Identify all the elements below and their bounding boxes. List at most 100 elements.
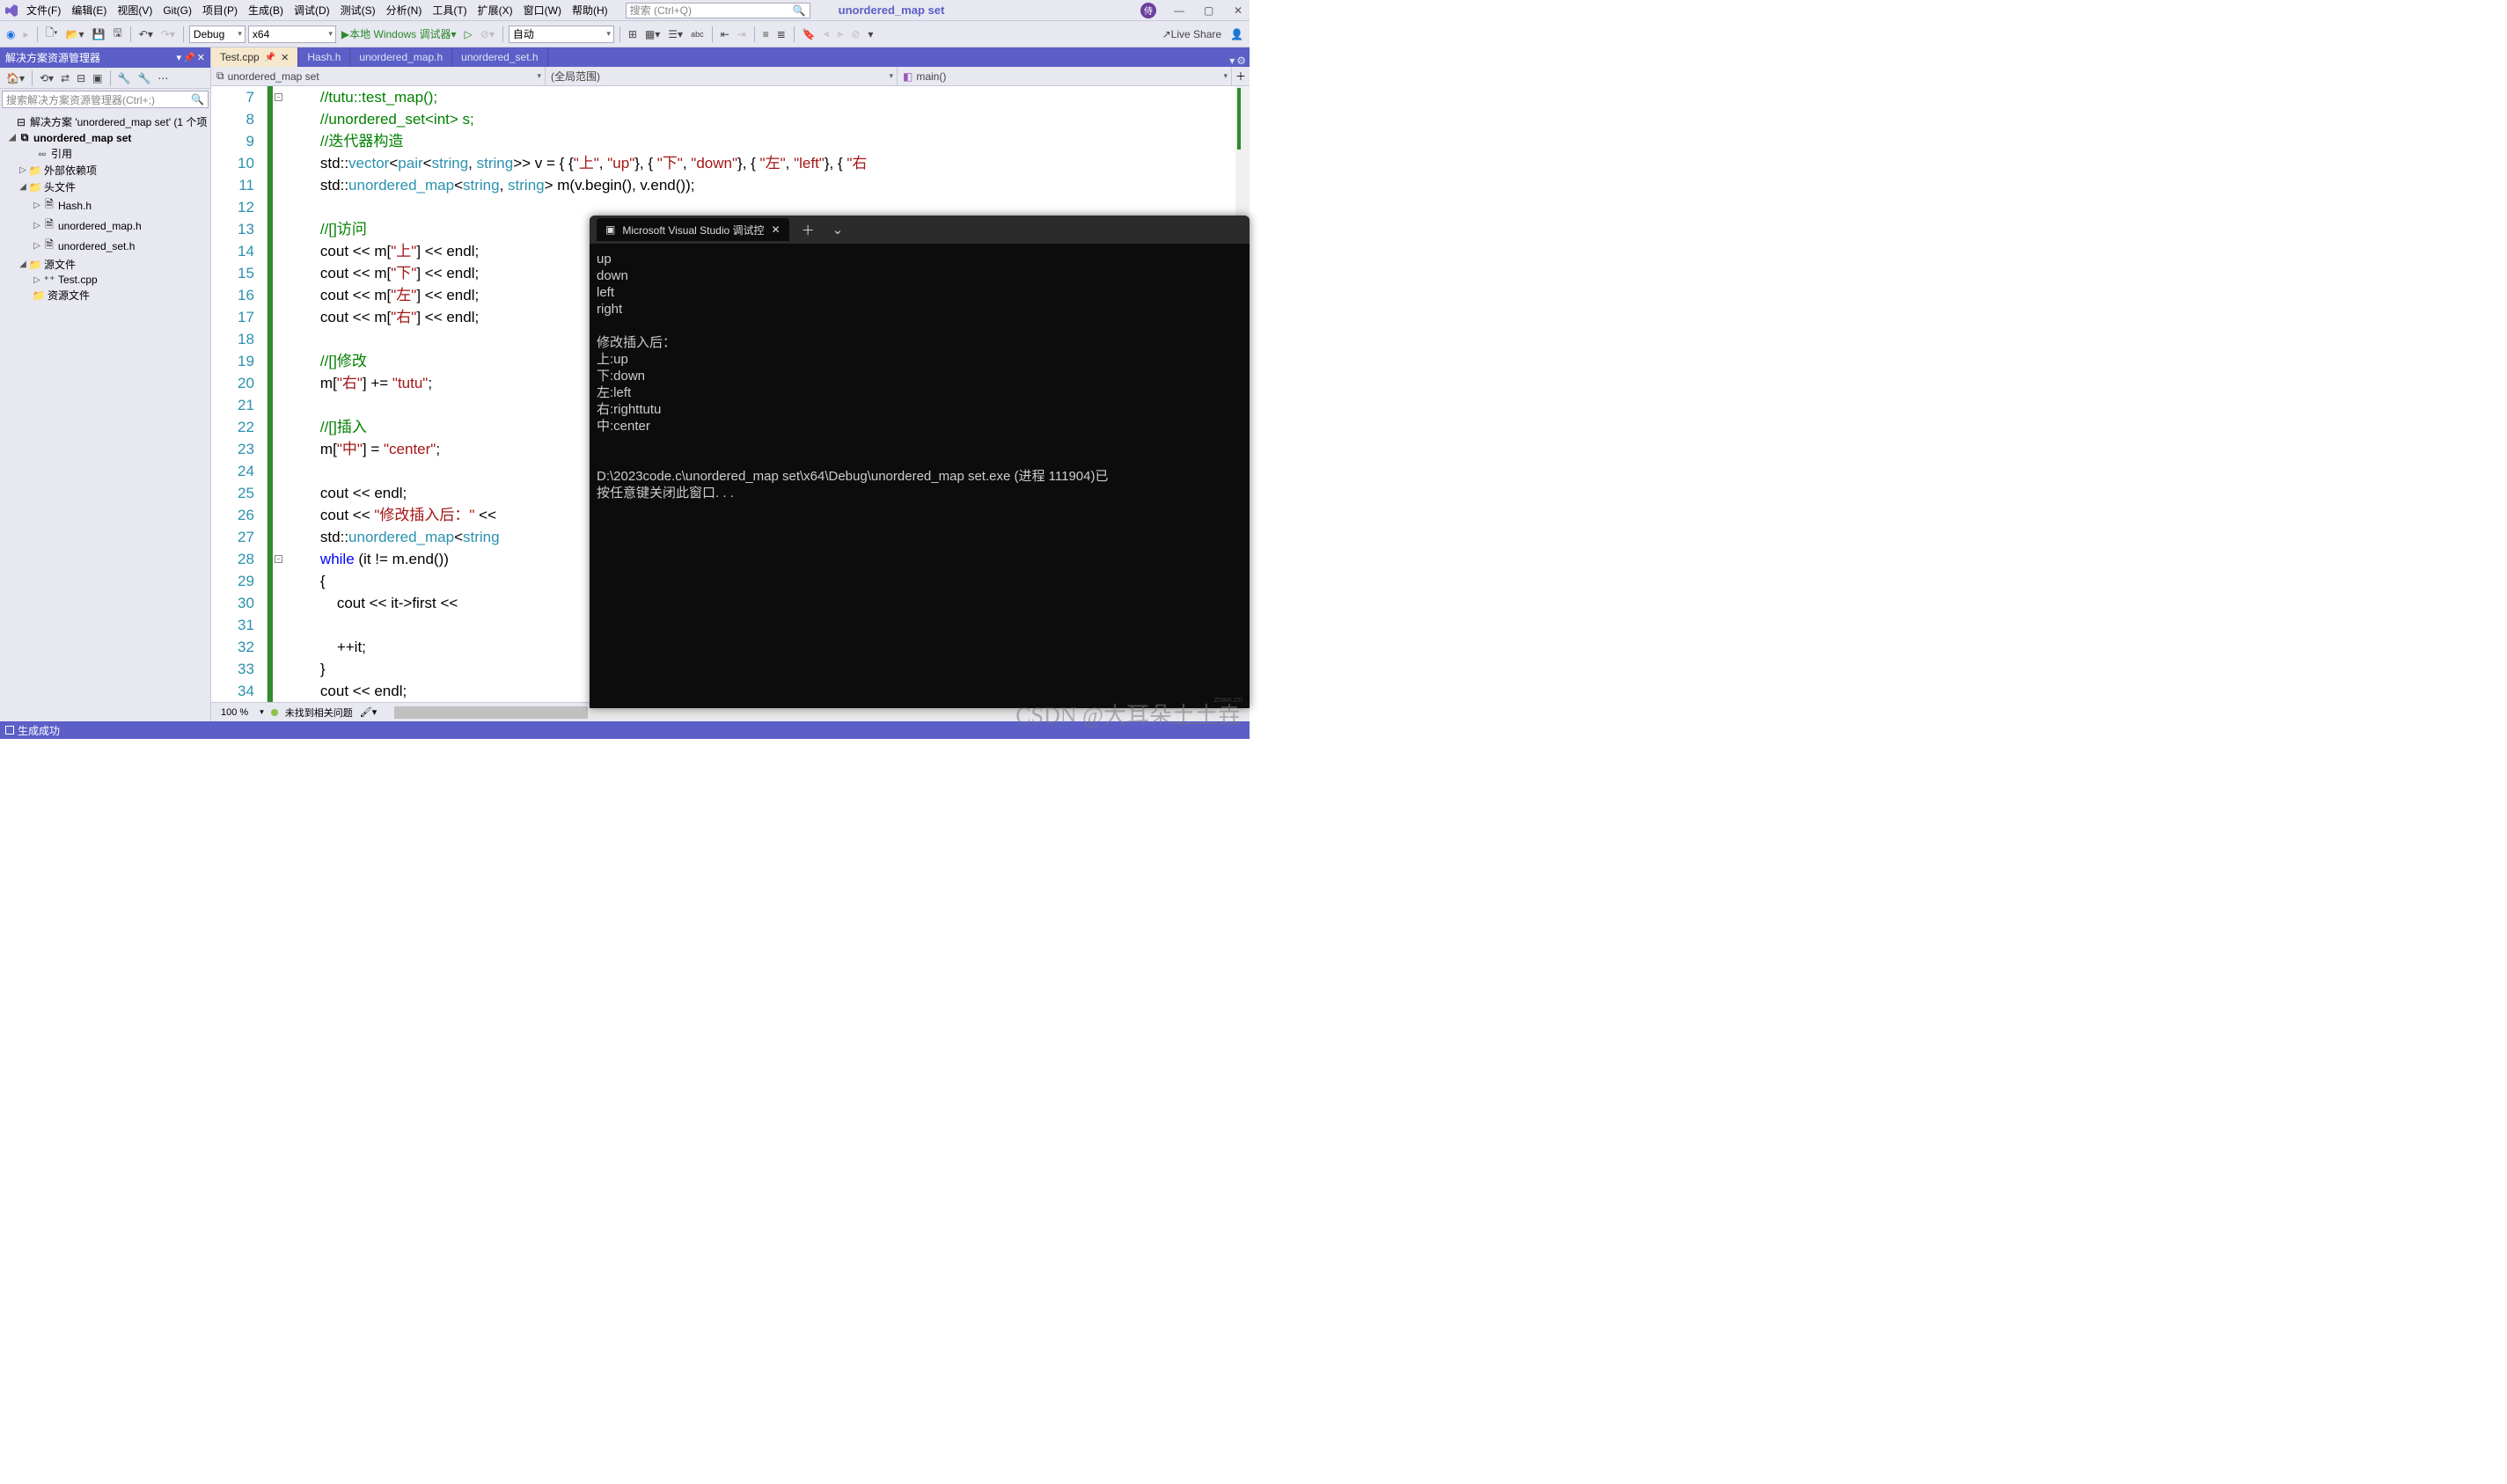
menubar: 文件(F)编辑(E)视图(V)Git(G)项目(P)生成(B)调试(D)测试(S… [0, 0, 1250, 21]
search-icon: 🔍 [191, 93, 204, 106]
tab-hash[interactable]: Hash.h [298, 48, 350, 67]
platform-dropdown[interactable]: x64 [248, 26, 336, 43]
sources-node[interactable]: ◢📁源文件 [0, 256, 210, 273]
sb-pin-icon[interactable]: 📌 [183, 52, 195, 63]
header-file[interactable]: ▷🗎Hash.h [0, 195, 210, 216]
menu-item[interactable]: 窗口(W) [518, 3, 567, 18]
status-icon [5, 726, 14, 735]
comment-icon[interactable]: ≡ [760, 26, 772, 42]
bm-prev-icon[interactable]: ⫷ [821, 26, 832, 42]
close-icon[interactable]: ✕ [1234, 4, 1246, 17]
menu-item[interactable]: 视图(V) [112, 3, 158, 18]
zoom-level[interactable]: 100 % [216, 706, 253, 719]
fold-icon[interactable]: − [275, 93, 282, 101]
tab-testcpp[interactable]: Test.cpp📌✕ [211, 48, 298, 67]
menu-item[interactable]: Git(G) [158, 3, 197, 18]
sb-dropdown-icon[interactable]: ▾ [177, 52, 182, 63]
nav-add-icon[interactable]: ＋ [1232, 67, 1250, 85]
brush-icon[interactable]: 🖌▾ [360, 706, 378, 718]
tab-dropdown-icon[interactable]: ⌄ [827, 222, 849, 238]
sb-wrench-icon[interactable]: 🔧 [135, 70, 153, 86]
menu-item[interactable]: 生成(B) [243, 3, 289, 18]
back-button[interactable]: ◉ [4, 26, 18, 42]
tabs-dropdown-icon[interactable]: ▾ [1229, 55, 1235, 67]
new-button[interactable]: 🗋▾ [43, 23, 61, 45]
header-file[interactable]: ▷🗎unordered_set.h [0, 236, 210, 256]
console-tab[interactable]: ▣ Microsoft Visual Studio 调试控 ✕ [597, 218, 789, 241]
auto-dropdown[interactable]: 自动 [509, 26, 614, 43]
tab-uset[interactable]: unordered_set.h [452, 48, 547, 67]
run-nodebug-button[interactable]: ▷ [462, 26, 475, 42]
liveshare-user-icon[interactable]: 👤 [1228, 26, 1246, 42]
tab-close-icon[interactable]: ✕ [772, 223, 781, 236]
tb-overflow[interactable]: ▾ [865, 26, 876, 42]
menu-item[interactable]: 项目(P) [197, 3, 243, 18]
nav-scope-dd[interactable]: (全局范围) [546, 67, 898, 85]
menu-item[interactable]: 扩展(X) [473, 3, 518, 18]
close-icon[interactable]: ✕ [281, 52, 289, 63]
external-node[interactable]: ▷📁外部依赖项 [0, 162, 210, 179]
nav-project-dd[interactable]: ⧉unordered_map set [211, 67, 546, 85]
config-dropdown[interactable]: Debug [189, 26, 246, 43]
menu-item[interactable]: 分析(N) [381, 3, 428, 18]
project-node[interactable]: ◢⧉unordered_map set [0, 130, 210, 145]
tbicon-4[interactable]: abc [688, 28, 707, 40]
stop-button[interactable]: ⊘▾ [478, 26, 497, 42]
bm-next-icon[interactable]: ⫸ [835, 26, 847, 42]
debug-console-window[interactable]: ▣ Microsoft Visual Studio 调试控 ✕ ＋ ⌄ up d… [590, 216, 1250, 708]
sb-show-icon[interactable]: ▣ [90, 70, 105, 86]
build-status: 生成成功 [18, 723, 60, 738]
global-search-input[interactable]: 搜索 (Ctrl+Q) 🔍 [626, 3, 810, 18]
run-button[interactable]: ▶ 本地 Windows 调试器 ▾ [339, 25, 459, 43]
sb-props-icon[interactable]: 🔧 [115, 70, 134, 86]
tab-umap[interactable]: unordered_map.h [350, 48, 452, 67]
open-button[interactable]: 📂▾ [63, 26, 87, 42]
menu-item[interactable]: 编辑(E) [66, 3, 112, 18]
menu-item[interactable]: 调试(D) [289, 3, 335, 18]
fold-icon[interactable]: − [275, 555, 282, 563]
nav-func-dd[interactable]: ◧main() [898, 67, 1232, 85]
search-placeholder: 搜索 (Ctrl+Q) [630, 3, 692, 18]
tbicon-2[interactable]: ▦▾ [642, 26, 663, 42]
terminal-icon: ▣ [605, 223, 615, 236]
solution-search-input[interactable]: 搜索解决方案资源管理器(Ctrl+;) 🔍 [2, 91, 209, 108]
headers-node[interactable]: ◢📁头文件 [0, 179, 210, 195]
sb-more-icon[interactable]: ⋯ [155, 70, 171, 86]
bm-clear-icon[interactable]: ⊘ [848, 26, 862, 42]
bookmark-icon[interactable]: 🔖 [800, 26, 818, 42]
solution-explorer: 解决方案资源管理器 ▾ 📌 ✕ 🏠▾ ⟲▾ ⇄ ⊟ ▣ 🔧 🔧 ⋯ 搜索解决方案… [0, 48, 211, 721]
header-file[interactable]: ▷🗎unordered_map.h [0, 216, 210, 236]
refs-node[interactable]: ▫▫引用 [0, 145, 210, 162]
sb-refresh-icon[interactable]: ⟲▾ [37, 70, 56, 86]
undo-button[interactable]: ↶▾ [136, 26, 156, 42]
user-avatar[interactable]: 侍 [1140, 3, 1156, 18]
resources-node[interactable]: 📁资源文件 [0, 287, 210, 303]
source-file[interactable]: ▷⁺⁺Test.cpp [0, 273, 210, 287]
editor-tabs: Test.cpp📌✕ Hash.h unordered_map.h unorde… [211, 48, 1250, 67]
pin-icon[interactable]: 📌 [265, 53, 275, 62]
menu-item[interactable]: 工具(T) [427, 3, 472, 18]
maximize-icon[interactable]: ▢ [1204, 4, 1216, 17]
liveshare-button[interactable]: ↗ Live Share [1160, 26, 1224, 42]
status-dot-icon [271, 709, 278, 716]
uncomment-icon[interactable]: ≣ [774, 26, 788, 42]
sb-home-icon[interactable]: 🏠▾ [4, 70, 27, 86]
solution-node[interactable]: ⊟解决方案 'unordered_map set' (1 个项 [0, 113, 210, 130]
tbicon-3[interactable]: ☰▾ [665, 26, 685, 42]
minimize-icon[interactable]: — [1174, 4, 1186, 17]
sb-sync-icon[interactable]: ⇄ [58, 70, 72, 86]
save-button[interactable]: 💾 [90, 26, 108, 42]
menu-item[interactable]: 文件(F) [21, 3, 66, 18]
indent-icon[interactable]: ⇤ [718, 26, 732, 42]
tbicon-1[interactable]: ⊞ [626, 26, 640, 42]
menu-item[interactable]: 测试(S) [335, 3, 381, 18]
sb-close-icon[interactable]: ✕ [197, 52, 205, 63]
new-tab-icon[interactable]: ＋ [796, 221, 820, 239]
sb-collapse-icon[interactable]: ⊟ [74, 70, 88, 86]
save-all-button[interactable]: 🖫 [111, 23, 125, 45]
redo-button[interactable]: ↷▾ [158, 26, 178, 42]
menu-item[interactable]: 帮助(H) [567, 3, 613, 18]
forward-button[interactable]: ▸ [20, 26, 31, 42]
outdent-icon[interactable]: ⇥ [735, 26, 749, 42]
tabs-settings-icon[interactable]: ⚙ [1236, 55, 1246, 67]
